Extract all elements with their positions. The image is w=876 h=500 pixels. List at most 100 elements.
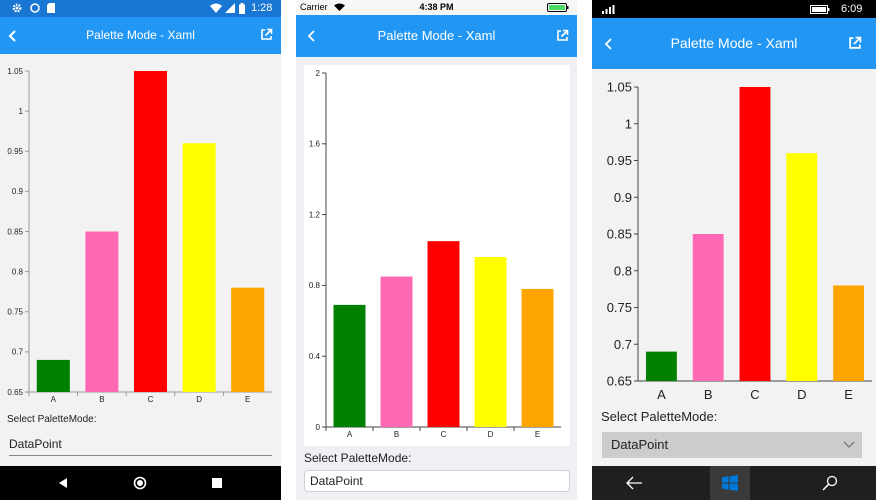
x-tick-label: C [750,387,759,402]
y-tick-label: 1 [625,116,632,131]
y-tick-label: 0.65 [607,374,632,389]
chart-svg: 0.65 0.7 0.75 0.8 0.85 0.9 0.95 1 1.05 A B C D E [607,80,872,402]
y-tick-label: 1.6 [309,140,321,149]
y-tick-label: 0.4 [309,352,321,361]
back-nav-icon[interactable] [58,477,68,489]
palette-mode-select[interactable]: DataPoint [9,436,272,456]
y-tick-label: 0.8 [614,263,632,278]
bar-b [692,234,724,381]
y-tick-label: 0.9 [12,187,24,196]
y-tick-label: 1.05 [607,80,632,95]
select-palette-label: Select PaletteMode: [601,409,718,424]
bar-chart: 0.65 0.7 0.75 0.8 0.85 0.9 0.95 1 1.05 A B C D E [0,54,281,409]
y-tick-label: 0.7 [614,337,632,352]
recents-nav-icon[interactable] [212,478,222,488]
android-nav-bar [0,466,281,500]
circle-status-icon [30,3,40,13]
battery-icon [547,3,569,12]
status-time: 6:09 [841,3,863,15]
x-tick-label: A [347,430,353,439]
windows-screen: 6:09 Palette Mode - Xaml 0.65 0.7 0.75 0.8 0… [592,0,876,500]
y-tick-label: 0.75 [607,300,632,315]
x-tick-label: E [844,387,853,402]
palette-mode-select[interactable]: DataPoint [602,432,862,458]
bar-c [133,71,168,392]
x-tick-label: E [245,395,250,404]
chevron-down-icon [843,441,855,448]
bar-chart: 0.65 0.7 0.75 0.8 0.85 0.9 0.95 1 1.05 A B C D E [592,69,876,407]
bar-c [739,87,771,381]
y-tick-label: 0.65 [7,388,23,397]
open-external-icon[interactable] [848,36,862,50]
app-header: Palette Mode - Xaml [296,15,577,57]
app-header: Palette Mode - Xaml [0,17,281,54]
settings-icon [12,3,22,13]
bar-d [182,143,216,392]
app-header: Palette Mode - Xaml [592,18,876,69]
signal-icon [602,5,615,14]
y-tick-label: 0.85 [607,227,632,242]
select-palette-label: Select PaletteMode: [7,414,97,425]
ios-status-bar: Carrier 4:38 PM [296,0,577,15]
y-tick-label: 0.95 [607,153,632,168]
palette-mode-value: DataPoint [9,437,62,451]
x-tick-label: D [488,430,494,439]
status-time: 4:38 PM [419,2,454,12]
x-tick-label: B [99,395,104,404]
android-status-bar: 1:28 [0,0,281,17]
x-tick-label: E [535,430,540,439]
bar-a [645,351,677,381]
y-tick-label: 0.9 [614,190,632,205]
start-button[interactable] [710,466,750,500]
bar-d [786,153,818,381]
battery-icon [239,3,245,14]
windows-nav-bar [592,466,876,500]
signal-icon [225,3,235,13]
sd-card-icon [47,3,55,13]
bar-a [333,304,366,427]
y-tick-label: 0.8 [309,281,321,290]
bar-e [833,285,865,381]
x-tick-label: D [196,395,202,404]
palette-mode-select[interactable]: DataPoint [304,470,570,492]
x-tick-label: A [657,387,666,402]
y-tick-label: 0.95 [7,147,23,156]
x-tick-label: B [704,387,713,402]
back-nav-icon[interactable] [625,476,643,490]
bar-d [474,257,507,427]
x-tick-label: D [797,387,806,402]
home-nav-icon[interactable] [133,476,147,490]
page-title: Palette Mode - Xaml [670,35,798,51]
android-screen: 1:28 Palette Mode - Xaml 0.65 0.7 0.75 0.8 0… [0,0,281,500]
y-tick-label: 1 [19,107,24,116]
x-tick-label: C [441,430,447,439]
palette-mode-value: DataPoint [611,437,669,452]
chart-svg: 0.65 0.7 0.75 0.8 0.85 0.9 0.95 1 1.05 A B C D E [7,67,272,404]
y-tick-label: 2 [316,69,321,78]
bar-b [85,231,119,392]
x-tick-label: B [394,430,399,439]
open-external-icon[interactable] [260,28,273,41]
wifi-icon [210,3,222,13]
y-tick-label: 1.05 [7,67,23,76]
windows-status-bar: 6:09 [592,0,876,18]
search-nav-icon[interactable] [822,475,838,491]
status-time: 1:28 [251,2,273,14]
x-tick-label: A [51,395,57,404]
bar-c [427,241,460,427]
page-title: Palette Mode - Xaml [377,28,496,43]
bar-b [380,276,413,427]
select-palette-label: Select PaletteMode: [304,451,412,465]
y-tick-label: 0.85 [7,227,23,236]
ios-screen: Carrier 4:38 PM Palette Mode - Xaml 0 0.4… [296,0,577,500]
y-tick-label: 0 [316,423,321,432]
bar-e [521,288,554,427]
bar-e [231,287,265,392]
page-title: Palette Mode - Xaml [86,28,195,42]
x-tick-label: C [148,395,154,404]
open-external-icon[interactable] [556,29,569,42]
y-tick-label: 0.8 [12,267,24,276]
bar-a [36,359,70,392]
y-tick-label: 0.75 [7,308,23,317]
chart-svg: 0 0.4 0.8 1.2 1.6 2 A B C D E [309,69,561,439]
